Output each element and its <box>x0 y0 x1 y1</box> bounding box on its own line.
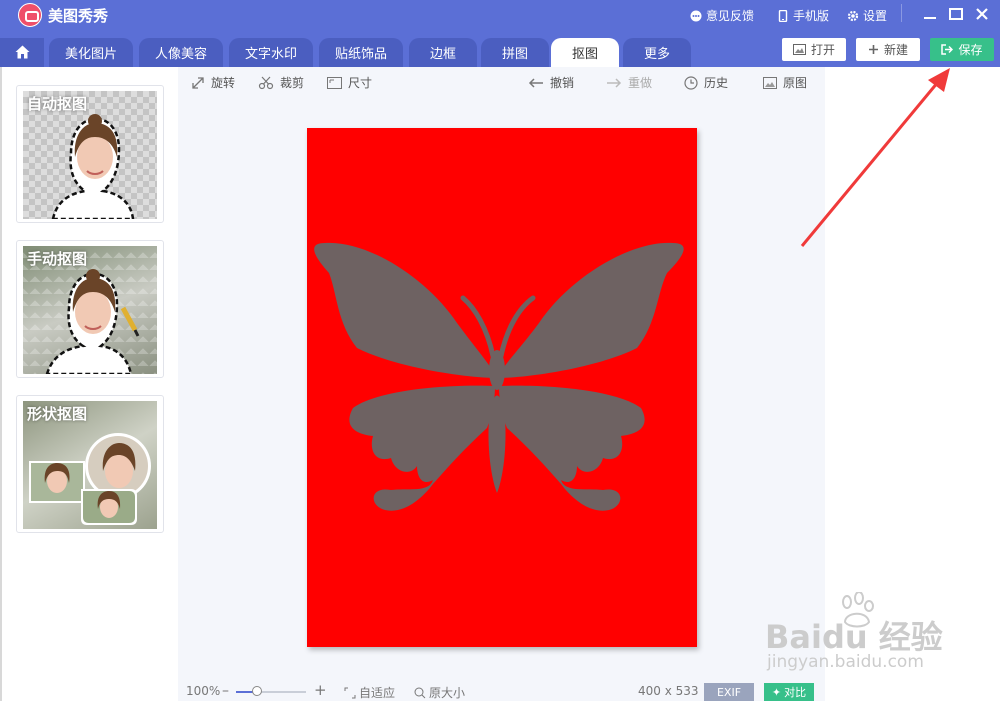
exif-button[interactable]: EXIF <box>704 683 754 701</box>
auto-cutout-thumbnail: 自动抠图 <box>23 91 157 219</box>
manual-cutout-thumbnail: 手动抠图 <box>23 246 157 374</box>
auto-cutout-card[interactable]: 自动抠图 <box>16 85 164 223</box>
zoom-in-icon[interactable]: + <box>314 681 327 699</box>
tab-portrait[interactable]: 人像美容 <box>139 38 223 67</box>
open-label: 打开 <box>810 43 835 57</box>
mobile-label: 手机版 <box>793 9 830 23</box>
exif-label: EXIF <box>716 685 742 699</box>
export-icon <box>941 44 954 55</box>
edit-area: 旋转 裁剪 尺寸 撤销 重做 历史 原图 100% – + 自适应 原大小 40… <box>178 67 825 701</box>
maximize-icon[interactable] <box>947 5 965 23</box>
image-icon <box>792 44 806 55</box>
manual-cutout-card[interactable]: 手动抠图 <box>16 240 164 378</box>
rotate-label: 旋转 <box>211 76 236 90</box>
tab-bar: 美化图片 人像美容 文字水印 贴纸饰品 边框 拼图 抠图 更多 打开 新建 保存 <box>0 30 1000 67</box>
tab-more[interactable]: 更多 <box>623 38 691 67</box>
save-button[interactable]: 保存 <box>930 38 994 61</box>
image-dimensions: 400 x 533 <box>638 684 699 698</box>
left-edge <box>0 67 2 701</box>
crop-button[interactable]: 裁剪 <box>258 74 304 91</box>
size-label: 尺寸 <box>348 76 373 90</box>
watermark-url: jingyan.baidu.com <box>767 652 924 672</box>
redo-arrow-icon <box>607 77 622 88</box>
minimize-icon[interactable] <box>921 5 939 23</box>
home-icon <box>15 45 30 59</box>
home-tab[interactable] <box>0 38 44 67</box>
mobile-link[interactable]: 手机版 <box>777 7 829 24</box>
plus-icon <box>868 45 878 54</box>
chat-icon <box>690 10 702 21</box>
feedback-link[interactable]: 意见反馈 <box>690 7 754 24</box>
new-label: 新建 <box>883 43 908 57</box>
fit-icon <box>344 687 356 698</box>
settings-label: 设置 <box>863 9 888 23</box>
actual-size-button[interactable]: 原大小 <box>414 684 465 701</box>
compare-button[interactable]: ✦ 对比 <box>764 683 814 701</box>
history-label: 历史 <box>704 76 729 90</box>
tab-text[interactable]: 文字水印 <box>229 38 313 67</box>
original-label: 原图 <box>783 76 808 90</box>
size-button[interactable]: 尺寸 <box>327 74 372 91</box>
fit-button[interactable]: 自适应 <box>344 684 395 701</box>
sparkle-icon: ✦ <box>771 685 782 699</box>
scissors-icon <box>258 76 274 89</box>
tab-beautify[interactable]: 美化图片 <box>49 38 133 67</box>
close-icon[interactable] <box>973 5 991 23</box>
tab-cutout[interactable]: 抠图 <box>551 38 619 67</box>
undo-label: 撤销 <box>550 76 575 90</box>
butterfly-shape <box>314 242 684 511</box>
fit-label: 自适应 <box>359 686 396 700</box>
zoom-slider-handle[interactable] <box>252 686 262 696</box>
open-button[interactable]: 打开 <box>782 38 846 61</box>
original-button[interactable]: 原图 <box>763 74 807 91</box>
undo-arrow-icon <box>528 77 543 88</box>
cutout-mode-panel: 自动抠图 手动抠图 形状抠图 <box>0 67 178 701</box>
shape-cutout-label: 形状抠图 <box>27 405 88 423</box>
manual-cutout-label: 手动抠图 <box>27 250 88 268</box>
titlebar-divider <box>901 4 902 22</box>
clock-icon <box>684 75 698 90</box>
rotate-icon <box>192 76 204 89</box>
feedback-label: 意见反馈 <box>706 9 755 23</box>
tab-frame[interactable]: 边框 <box>409 38 477 67</box>
shape-cutout-thumbnail: 形状抠图 <box>23 401 157 529</box>
app-title: 美图秀秀 <box>48 7 109 25</box>
image-canvas[interactable] <box>307 128 697 647</box>
magnifier-icon <box>414 687 426 698</box>
phone-icon <box>778 9 788 22</box>
resize-icon <box>327 76 342 89</box>
undo-button[interactable]: 撤销 <box>528 74 574 91</box>
tab-collage[interactable]: 拼图 <box>481 38 549 67</box>
compare-label: 对比 <box>784 686 807 699</box>
crop-label: 裁剪 <box>280 76 305 90</box>
picture-icon <box>763 76 777 89</box>
zoom-level: 100% <box>186 684 221 698</box>
tab-stickers[interactable]: 贴纸饰品 <box>319 38 403 67</box>
rotate-button[interactable]: 旋转 <box>191 74 235 91</box>
history-button[interactable]: 历史 <box>684 74 728 91</box>
zoom-out-icon[interactable]: – <box>222 683 232 699</box>
auto-cutout-label: 自动抠图 <box>27 95 88 113</box>
title-bar: 美图秀秀 意见反馈 手机版 设置 <box>0 0 1000 30</box>
gear-icon <box>847 10 859 21</box>
redo-label: 重做 <box>628 76 653 90</box>
shape-cutout-card[interactable]: 形状抠图 <box>16 395 164 533</box>
redo-button[interactable]: 重做 <box>606 74 652 91</box>
settings-link[interactable]: 设置 <box>847 7 887 24</box>
app-logo-icon <box>18 3 42 27</box>
actual-size-label: 原大小 <box>429 686 466 700</box>
new-button[interactable]: 新建 <box>856 38 920 61</box>
save-label: 保存 <box>958 43 983 57</box>
